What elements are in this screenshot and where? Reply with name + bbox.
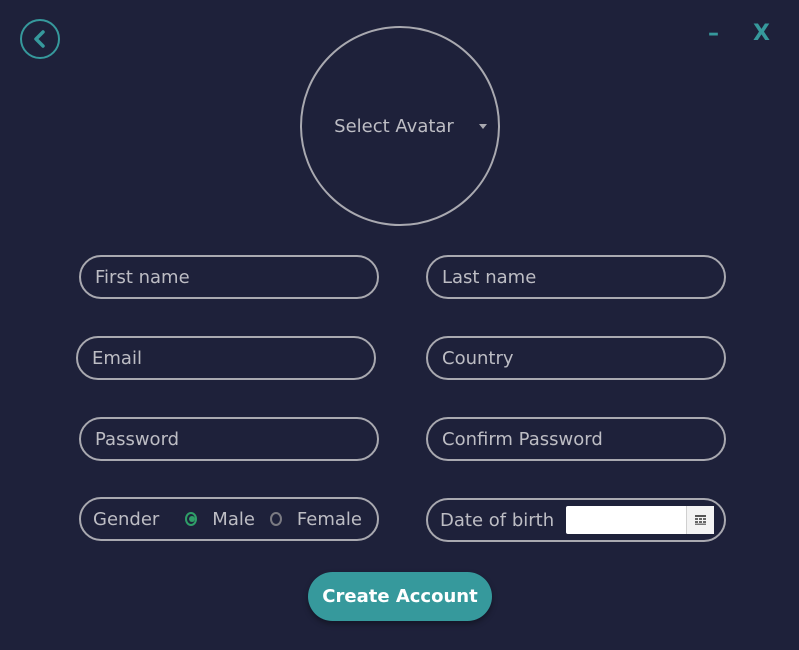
date-of-birth-group: Date of birth xyxy=(426,498,726,542)
calendar-icon[interactable] xyxy=(686,506,715,534)
email-field[interactable]: Email xyxy=(76,336,376,380)
gender-female-radio[interactable] xyxy=(269,512,282,526)
gender-group: Gender Male Female xyxy=(79,497,379,541)
date-of-birth-label: Date of birth xyxy=(440,509,555,531)
close-button[interactable]: X xyxy=(753,20,770,48)
caret-down-icon xyxy=(479,124,487,129)
gender-female-label[interactable]: Female xyxy=(297,509,362,530)
avatar-select-label: Select Avatar xyxy=(334,115,454,137)
date-of-birth-value xyxy=(566,506,686,534)
confirm-password-field[interactable]: Confirm Password xyxy=(426,417,726,461)
gender-male-radio[interactable] xyxy=(185,512,198,526)
minimize-button[interactable]: – xyxy=(708,20,719,48)
email-placeholder: Email xyxy=(92,347,142,369)
last-name-placeholder: Last name xyxy=(442,266,537,288)
create-account-button[interactable]: Create Account xyxy=(308,572,492,621)
country-field[interactable]: Country xyxy=(426,336,726,380)
country-placeholder: Country xyxy=(442,347,514,369)
password-field[interactable]: Password xyxy=(79,417,379,461)
first-name-placeholder: First name xyxy=(95,266,190,288)
back-button[interactable] xyxy=(20,19,60,59)
date-of-birth-input[interactable] xyxy=(566,506,715,534)
chevron-left-icon xyxy=(32,29,48,49)
confirm-password-placeholder: Confirm Password xyxy=(442,428,603,450)
password-placeholder: Password xyxy=(95,428,180,450)
first-name-field[interactable]: First name xyxy=(79,255,379,299)
gender-male-label[interactable]: Male xyxy=(212,509,255,530)
gender-label: Gender xyxy=(93,508,160,530)
last-name-field[interactable]: Last name xyxy=(426,255,726,299)
avatar-select[interactable]: Select Avatar xyxy=(300,26,500,226)
